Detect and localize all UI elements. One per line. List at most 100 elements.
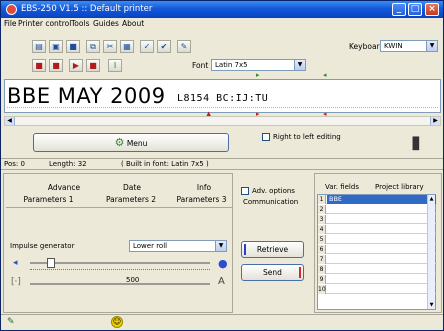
narrow-text-icon: [·] — [11, 277, 21, 287]
open-icon[interactable]: ▣ — [49, 40, 63, 53]
stop-icon[interactable]: ■ — [49, 59, 63, 72]
table-row[interactable]: 5 — [318, 235, 437, 244]
print-icon[interactable]: ■ — [32, 59, 46, 72]
menu-tools[interactable]: Tools — [71, 18, 89, 30]
tab-parameters-2[interactable]: Parameters 2 — [97, 195, 165, 205]
copy-icon[interactable]: ⧉ — [86, 40, 100, 53]
adv-options-label: Adv. options — [252, 187, 295, 195]
menu-button[interactable]: ⚙ Menu — [33, 133, 229, 152]
editor-small-line: L8154 BC:IJ:TU — [177, 93, 269, 104]
pen-icon[interactable]: ✎ — [177, 40, 191, 53]
var-field-value: BBE — [327, 195, 436, 204]
position-status: Pos: 0 Length: 32 ( Built in font: Latin… — [1, 158, 443, 170]
minimize-button[interactable]: _ — [392, 3, 406, 16]
keyboard-select-value: KWIN — [384, 42, 403, 50]
message-editor[interactable]: BBE MAY 2009 L8154 BC:IJ:TU — [4, 79, 441, 113]
table-row[interactable]: 10 — [318, 285, 437, 294]
paste-icon[interactable]: ▦ — [120, 40, 134, 53]
var-fields-panel: Var. fields Project library 1 BBE 2 3 4 … — [314, 173, 442, 313]
font-info: ( Built in font: Latin 7x5 ) — [121, 160, 209, 168]
gears-icon: ⚙ — [114, 136, 125, 149]
impulse-select[interactable]: Lower roll ▼ — [129, 240, 227, 252]
font-label: Font — [192, 61, 209, 70]
scroll-left-icon[interactable]: ◀ — [5, 117, 15, 125]
tab-parameters-3[interactable]: Parameters 3 — [169, 195, 234, 205]
table-row[interactable]: 2 — [318, 205, 437, 214]
parameters-panel: Advance Date Info Parameters 1 Parameter… — [3, 173, 233, 313]
retrieve-button[interactable]: Retrieve — [241, 241, 304, 258]
scroll-up-icon[interactable]: ▲ — [428, 195, 435, 203]
new-icon[interactable]: ▤ — [32, 40, 46, 53]
menu-about[interactable]: About — [122, 18, 144, 30]
chevron-down-icon: ▼ — [294, 60, 305, 70]
grid-scrollbar[interactable]: ▲ ▼ — [427, 195, 435, 309]
communication-label: Communication — [243, 198, 299, 206]
window-title: EBS-250 V1.5 :: Default printer — [21, 4, 153, 14]
title-bar[interactable]: EBS-250 V1.5 :: Default printer _ □ × — [1, 1, 443, 18]
save-icon[interactable]: ■ — [66, 40, 80, 53]
keyboard-select[interactable]: KWIN ▼ — [380, 40, 438, 52]
maximize-button[interactable]: □ — [408, 3, 422, 16]
table-row[interactable]: 9 — [318, 275, 437, 284]
table-row[interactable]: 8 — [318, 265, 437, 274]
start-icon[interactable]: ▶ — [69, 59, 83, 72]
menu-printer-control[interactable]: Printer control — [18, 18, 71, 30]
table-row[interactable]: 6 — [318, 245, 437, 254]
rtl-checkbox-label: Right to left editing — [273, 133, 341, 141]
width-slider-track[interactable] — [30, 283, 210, 285]
adv-options-checkbox[interactable] — [241, 187, 249, 195]
send-bar — [299, 267, 301, 278]
position-value: Pos: 0 — [4, 160, 25, 168]
font-select[interactable]: Latin 7x5 ▼ — [211, 59, 306, 71]
speed-slider-track[interactable] — [30, 258, 210, 268]
cut-icon[interactable]: ✂ — [103, 40, 117, 53]
send-label: Send — [263, 268, 282, 277]
ruler-marker-green-icon: ▸ — [256, 71, 260, 79]
table-row[interactable]: 3 — [318, 215, 437, 224]
tab-info[interactable]: Info — [184, 183, 224, 193]
impulse-label: Impulse generator — [10, 242, 75, 250]
tab-divider — [6, 207, 232, 208]
menu-guides[interactable]: Guides — [93, 18, 119, 30]
send-button[interactable]: Send — [241, 264, 304, 281]
slow-icon: ◂ — [13, 258, 18, 268]
editor-scrollbar[interactable]: ◀ ▶ — [4, 116, 441, 126]
var-fields-grid[interactable]: 1 BBE 2 3 4 5 6 7 8 9 10 ▲ ▼ — [317, 194, 437, 310]
tab-date[interactable]: Date — [112, 183, 152, 193]
editor-baseline — [7, 107, 438, 108]
retrieve-label: Retrieve — [256, 245, 289, 254]
wide-text-icon: A — [218, 276, 225, 287]
fast-icon: ● — [218, 257, 228, 270]
retrieve-bar — [244, 244, 246, 255]
rtl-checkbox[interactable] — [262, 133, 270, 141]
width-slider-value: 500 — [126, 276, 140, 284]
speed-slider-thumb[interactable] — [47, 258, 56, 268]
impulse-select-value: Lower roll — [133, 242, 168, 250]
table-row[interactable]: 4 — [318, 225, 437, 234]
tab-project-library[interactable]: Project library — [375, 183, 424, 191]
length-value: Length: 32 — [49, 160, 87, 168]
tab-var-fields[interactable]: Var. fields — [325, 183, 359, 191]
menu-file[interactable]: File — [4, 18, 17, 30]
scroll-right-icon[interactable]: ▶ — [430, 117, 440, 125]
table-row[interactable]: 7 — [318, 255, 437, 264]
ruler-marker-green-icon: ◂ — [323, 71, 327, 79]
check-alt-icon[interactable]: ✔ — [157, 40, 171, 53]
cursor-icon[interactable]: I — [108, 59, 122, 72]
printer-device-icon: ▮ — [405, 131, 427, 155]
check-icon[interactable]: ✓ — [140, 40, 154, 53]
chevron-down-icon: ▼ — [426, 41, 437, 51]
app-window: EBS-250 V1.5 :: Default printer _ □ × Fi… — [0, 0, 444, 331]
slider-ticks — [30, 269, 210, 270]
tab-advance[interactable]: Advance — [44, 183, 84, 193]
pause-icon[interactable]: ■ — [86, 59, 100, 72]
table-row[interactable]: 1 BBE — [318, 195, 437, 204]
keyboard-label: Keyboard — [349, 42, 385, 51]
tab-parameters-1[interactable]: Parameters 1 — [16, 195, 81, 205]
close-button[interactable]: × — [425, 3, 439, 16]
scroll-down-icon[interactable]: ▼ — [428, 301, 435, 309]
connection-icon: ✎ — [7, 317, 15, 327]
smiley-icon: ☺ — [111, 316, 123, 328]
menu-button-label: Menu — [126, 139, 148, 148]
menu-bar: File Printer control Tools Guides About — [1, 18, 443, 30]
